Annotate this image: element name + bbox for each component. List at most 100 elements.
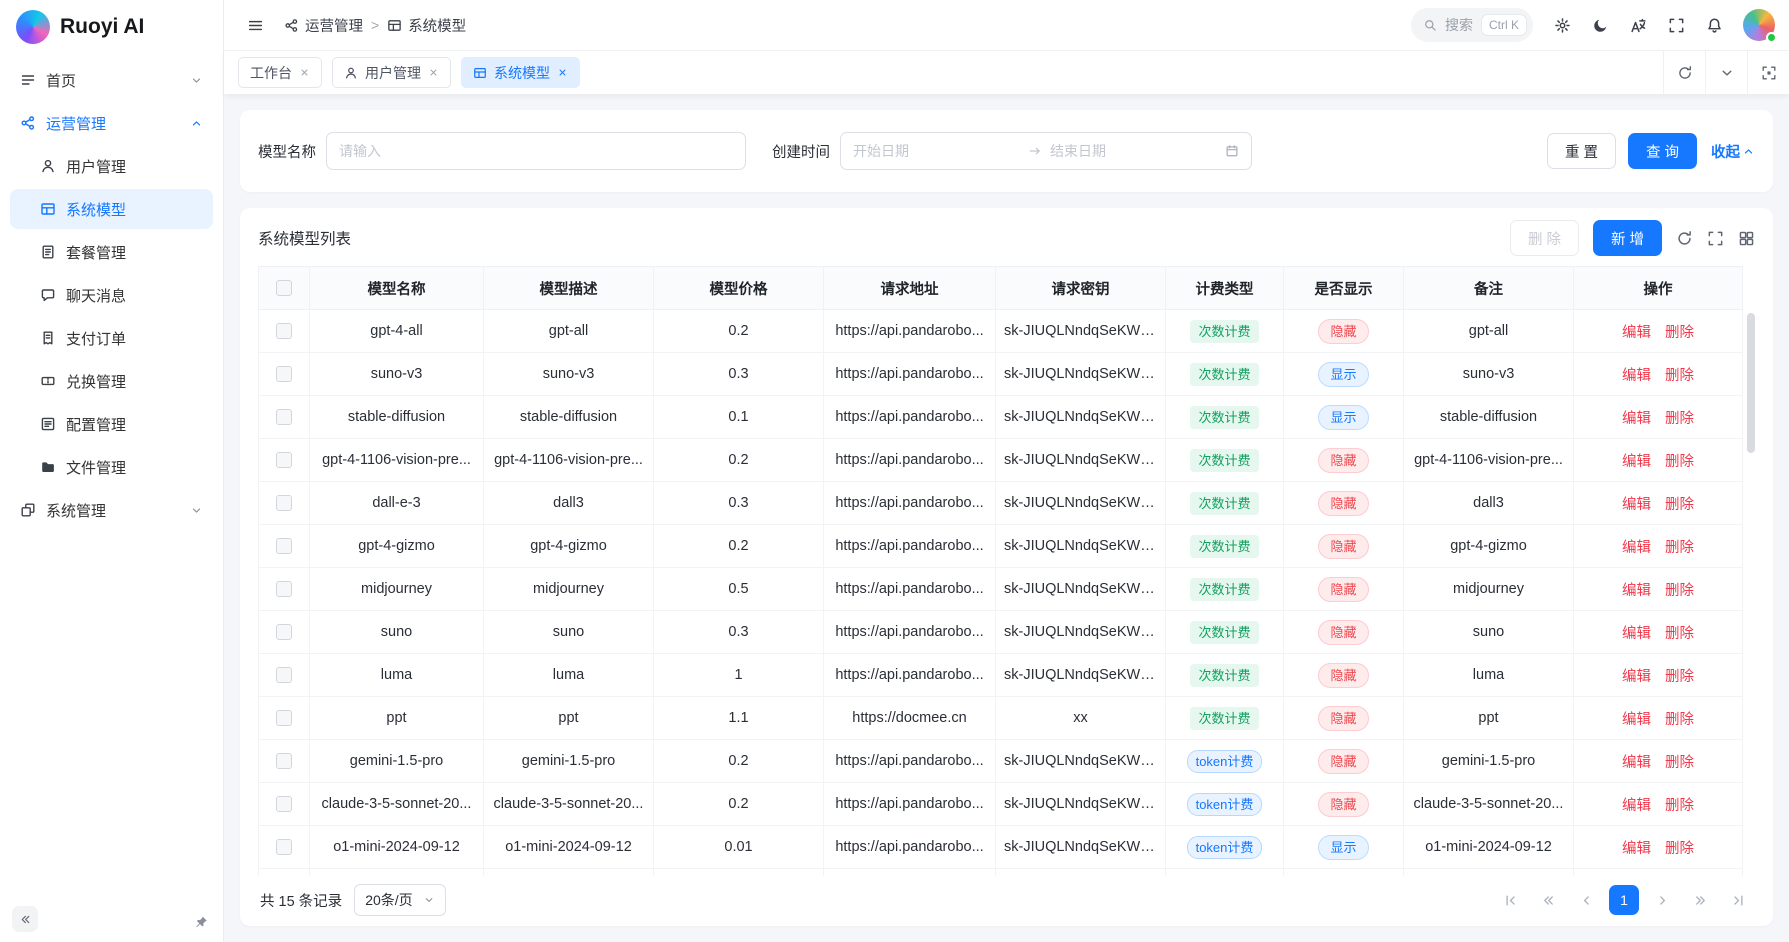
row-checkbox[interactable] — [276, 624, 292, 640]
sidebar-item-payment-orders[interactable]: 支付订单 — [10, 318, 213, 358]
edit-button[interactable]: 编辑 — [1615, 368, 1658, 384]
content-fullscreen-button[interactable] — [1747, 51, 1789, 94]
delete-button[interactable]: 删除 — [1658, 841, 1701, 857]
prev-page-button[interactable] — [1571, 885, 1601, 915]
edit-button[interactable]: 编辑 — [1615, 755, 1658, 771]
chevron-left-icon — [1579, 893, 1594, 908]
delete-button[interactable]: 删除 — [1658, 368, 1701, 384]
row-checkbox[interactable] — [276, 366, 292, 382]
table-fullscreen-button[interactable] — [1707, 230, 1724, 247]
sidebar-item-system-model[interactable]: 系统模型 — [10, 189, 213, 229]
sidebar-item-user-management[interactable]: 用户管理 — [10, 146, 213, 186]
column-settings-button[interactable] — [1738, 230, 1755, 247]
notifications-button[interactable] — [1697, 8, 1731, 42]
close-icon[interactable] — [557, 67, 568, 78]
reset-button[interactable]: 重 置 — [1547, 133, 1616, 169]
user-avatar[interactable] — [1743, 9, 1775, 41]
row-checkbox[interactable] — [276, 495, 292, 511]
delete-button[interactable]: 删除 — [1658, 626, 1701, 642]
row-checkbox[interactable] — [276, 452, 292, 468]
next-group-button[interactable] — [1685, 885, 1715, 915]
billing-type-badge: 次数计费 — [1190, 406, 1258, 429]
dark-mode-button[interactable] — [1583, 8, 1617, 42]
sidebar-toggle-button[interactable] — [238, 8, 272, 42]
column-header: 是否显示 — [1284, 266, 1404, 310]
last-page-button[interactable] — [1723, 885, 1753, 915]
delete-button[interactable]: 删除 — [1658, 497, 1701, 513]
edit-button[interactable]: 编辑 — [1615, 325, 1658, 341]
tab-system-model[interactable]: 系统模型 — [461, 57, 580, 88]
table-scrollbar[interactable] — [1747, 311, 1755, 876]
pagination-bar: 共 15 条记录 20条/页 1 — [258, 876, 1755, 918]
row-checkbox[interactable] — [276, 323, 292, 339]
row-checkbox[interactable] — [276, 409, 292, 425]
delete-button[interactable]: 删除 — [1658, 325, 1701, 341]
delete-button[interactable]: 删除 — [1658, 583, 1701, 599]
sidebar-item-config-management[interactable]: 配置管理 — [10, 404, 213, 444]
sidebar-item-system-management[interactable]: 系统管理 — [10, 490, 213, 530]
breadcrumb-item[interactable]: 运营管理 — [284, 15, 363, 36]
row-checkbox[interactable] — [276, 667, 292, 683]
batch-delete-button[interactable]: 删 除 — [1510, 220, 1579, 256]
delete-button[interactable]: 删除 — [1658, 712, 1701, 728]
close-icon[interactable] — [299, 67, 310, 78]
edit-button[interactable]: 编辑 — [1615, 626, 1658, 642]
refresh-page-button[interactable] — [1663, 51, 1705, 94]
delete-button[interactable]: 删除 — [1658, 669, 1701, 685]
select-all-checkbox[interactable] — [276, 280, 292, 296]
prev-group-button[interactable] — [1533, 885, 1563, 915]
tabs-menu-button[interactable] — [1705, 51, 1747, 94]
next-page-button[interactable] — [1647, 885, 1677, 915]
delete-button[interactable]: 删除 — [1658, 540, 1701, 556]
delete-button[interactable]: 删除 — [1658, 798, 1701, 814]
edit-button[interactable]: 编辑 — [1615, 669, 1658, 685]
page-size-select[interactable]: 20条/页 — [354, 884, 445, 916]
edit-button[interactable]: 编辑 — [1615, 583, 1658, 599]
refresh-table-button[interactable] — [1676, 230, 1693, 247]
sidebar-item-operations[interactable]: 运营管理 — [10, 103, 213, 143]
tab-user-management[interactable]: 用户管理 — [332, 57, 451, 88]
delete-button[interactable]: 删除 — [1658, 755, 1701, 771]
edit-button[interactable]: 编辑 — [1615, 454, 1658, 470]
edit-button[interactable]: 编辑 — [1615, 712, 1658, 728]
close-icon[interactable] — [428, 67, 439, 78]
delete-button[interactable]: 删除 — [1658, 411, 1701, 427]
sidebar-item-file-management[interactable]: 文件管理 — [10, 447, 213, 487]
current-page-button[interactable]: 1 — [1609, 885, 1639, 915]
sidebar-collapse-button[interactable] — [12, 906, 38, 932]
edit-button[interactable]: 编辑 — [1615, 798, 1658, 814]
breadcrumb-item[interactable]: 系统模型 — [387, 15, 466, 36]
fullscreen-button[interactable] — [1659, 8, 1693, 42]
edit-button[interactable]: 编辑 — [1615, 540, 1658, 556]
create-time-range-input[interactable]: 开始日期 结束日期 — [840, 132, 1252, 170]
row-checkbox[interactable] — [276, 710, 292, 726]
row-checkbox[interactable] — [276, 538, 292, 554]
delete-button[interactable]: 删除 — [1658, 454, 1701, 470]
scrollbar-thumb[interactable] — [1747, 313, 1755, 453]
settings-button[interactable] — [1545, 8, 1579, 42]
edit-button[interactable]: 编辑 — [1615, 497, 1658, 513]
sidebar-item-chat-messages[interactable]: 聊天消息 — [10, 275, 213, 315]
request-key-cell: xx — [996, 697, 1166, 740]
add-button[interactable]: 新 增 — [1593, 220, 1662, 256]
row-checkbox[interactable] — [276, 581, 292, 597]
row-checkbox[interactable] — [276, 796, 292, 812]
pin-icon[interactable] — [194, 915, 209, 930]
query-button[interactable]: 查 询 — [1628, 133, 1697, 169]
sidebar-item-home[interactable]: 首页 — [10, 60, 213, 100]
collapse-filter-link[interactable]: 收起 — [1711, 141, 1755, 162]
tab-workbench[interactable]: 工作台 — [238, 57, 322, 88]
language-button[interactable] — [1621, 8, 1655, 42]
first-page-button[interactable] — [1495, 885, 1525, 915]
search-input[interactable]: 搜索 Ctrl K — [1411, 8, 1533, 42]
edit-button[interactable]: 编辑 — [1615, 841, 1658, 857]
model-name-input[interactable] — [326, 132, 746, 170]
model-name-cell: gemini-1.5-pro — [310, 740, 484, 783]
row-checkbox[interactable] — [276, 839, 292, 855]
edit-button[interactable]: 编辑 — [1615, 411, 1658, 427]
sidebar-item-exchange-management[interactable]: 兑换管理 — [10, 361, 213, 401]
sidebar-item-package-management[interactable]: 套餐管理 — [10, 232, 213, 272]
grid-icon — [1738, 230, 1755, 247]
row-checkbox[interactable] — [276, 753, 292, 769]
user-icon — [40, 158, 56, 174]
